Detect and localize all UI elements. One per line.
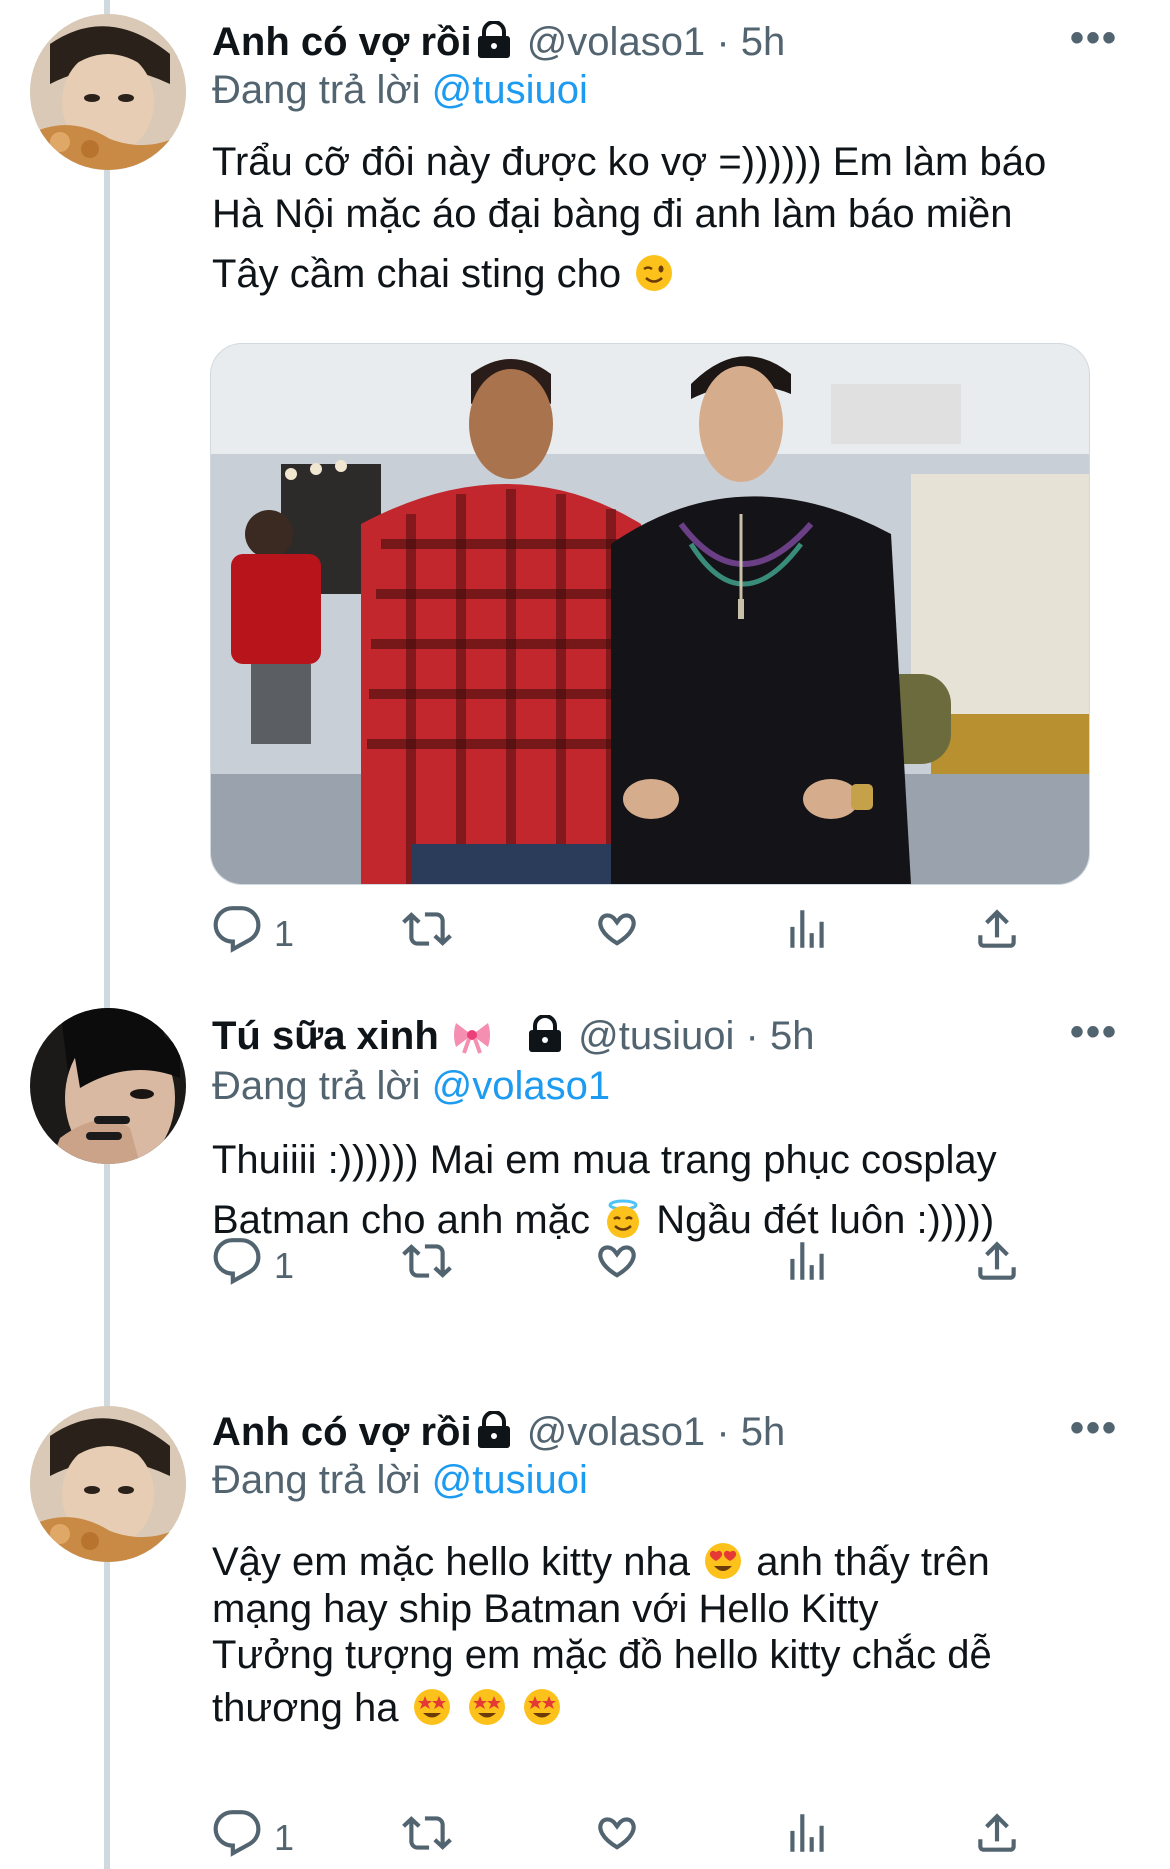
display-name[interactable]: Anh có vợ rồi bbox=[212, 1410, 472, 1454]
display-name[interactable]: Tú sữa xinh bbox=[212, 1014, 439, 1058]
replying-to: Đang trả lời @tusiuoi bbox=[212, 1456, 588, 1504]
tweet-text-segment: anh thấy trên bbox=[756, 1540, 990, 1584]
share-button[interactable] bbox=[972, 904, 1022, 963]
tweet-text-line: Tây cầm chai sting cho bbox=[212, 248, 1132, 300]
share-button[interactable] bbox=[972, 1808, 1022, 1867]
tweet-text: Thuiiii :)))))) Mai em mua trang phục co… bbox=[212, 1130, 1132, 1250]
tweet-text: Vậy em mặc hello kitty nha anh thấy trên… bbox=[212, 1538, 1132, 1738]
tweet-photo[interactable] bbox=[210, 343, 1090, 885]
mention-link[interactable]: @tusiuoi bbox=[432, 1458, 588, 1502]
tweet-text-line: mạng hay ship Batman với Hello Kitty bbox=[212, 1587, 879, 1631]
share-icon bbox=[972, 1236, 1022, 1295]
tweet[interactable]: Tú sữa xinh @tusiuoi · 5h ••• Đang trả l… bbox=[0, 990, 1170, 1360]
user-handle[interactable]: @volaso1 bbox=[527, 20, 705, 64]
tweet[interactable]: Anh có vợ rồi @volaso1 · 5h ••• Đang trả… bbox=[0, 1390, 1170, 1869]
reply-icon bbox=[212, 904, 262, 963]
reply-icon bbox=[212, 1808, 262, 1867]
reply-button[interactable]: 1 bbox=[212, 904, 294, 963]
like-button[interactable] bbox=[592, 1808, 642, 1867]
reply-button[interactable]: 1 bbox=[212, 1808, 294, 1867]
analytics-icon bbox=[782, 1236, 832, 1295]
timestamp[interactable]: 5h bbox=[741, 20, 786, 64]
timestamp[interactable]: 5h bbox=[741, 1410, 786, 1454]
analytics-button[interactable] bbox=[782, 904, 832, 963]
tweet-text-segment: Vậy em mặc hello kitty nha bbox=[212, 1540, 690, 1584]
smiling-face-with-halo-emoji bbox=[603, 1196, 643, 1238]
tweet-header: Tú sữa xinh @tusiuoi · 5h bbox=[212, 1012, 814, 1064]
tweet-text: Trẩu cỡ đôi này được ko vợ =)))))) Em là… bbox=[212, 136, 1132, 300]
tweet-header: Anh có vợ rồi @volaso1 · 5h bbox=[212, 1408, 785, 1460]
tweet-header: Anh có vợ rồi @volaso1 · 5h bbox=[212, 18, 785, 70]
separator: · bbox=[716, 1410, 730, 1454]
retweet-button[interactable] bbox=[402, 904, 452, 963]
tweet-text-line: Hà Nội mặc áo đại bàng đi anh làm báo mi… bbox=[212, 192, 1013, 236]
separator: · bbox=[716, 20, 730, 64]
lock-icon bbox=[476, 20, 512, 70]
reply-count: 1 bbox=[274, 912, 295, 954]
star-struck-emoji bbox=[467, 1684, 507, 1725]
replying-to: Đang trả lời @volaso1 bbox=[212, 1062, 610, 1110]
user-handle[interactable]: @tusiuoi bbox=[578, 1014, 734, 1058]
avatar[interactable] bbox=[30, 1406, 186, 1562]
analytics-icon bbox=[782, 904, 832, 963]
analytics-button[interactable] bbox=[782, 1808, 832, 1867]
reply-count: 1 bbox=[274, 1816, 295, 1858]
like-icon bbox=[592, 1808, 642, 1867]
retweet-button[interactable] bbox=[402, 1236, 452, 1295]
lock-icon bbox=[527, 1014, 563, 1064]
replying-prefix: Đang trả lời bbox=[212, 1458, 421, 1502]
like-button[interactable] bbox=[592, 904, 642, 963]
more-icon[interactable]: ••• bbox=[1070, 1406, 1118, 1451]
separator: · bbox=[745, 1014, 759, 1058]
winking-face-emoji bbox=[634, 253, 674, 293]
like-icon bbox=[592, 1236, 642, 1295]
avatar[interactable] bbox=[30, 14, 186, 170]
heart-eyes-emoji bbox=[703, 1541, 743, 1581]
analytics-icon bbox=[782, 1808, 832, 1867]
retweet-icon bbox=[402, 1236, 452, 1295]
tweet-text-segment: Tây cầm chai sting cho bbox=[212, 252, 622, 296]
star-struck-emoji bbox=[522, 1684, 562, 1725]
mention-link[interactable]: @tusiuoi bbox=[432, 68, 588, 112]
timestamp[interactable]: 5h bbox=[770, 1014, 815, 1058]
retweet-icon bbox=[402, 904, 452, 963]
display-name[interactable]: Anh có vợ rồi bbox=[212, 20, 472, 64]
replying-prefix: Đang trả lời bbox=[212, 68, 421, 112]
star-struck-emoji bbox=[412, 1684, 452, 1725]
user-handle[interactable]: @volaso1 bbox=[527, 1410, 705, 1454]
retweet-button[interactable] bbox=[402, 1808, 452, 1867]
tweet-text-line: Vậy em mặc hello kitty nha anh thấy trên bbox=[212, 1538, 1132, 1586]
replying-to: Đang trả lời @tusiuoi bbox=[212, 66, 588, 114]
tweet-actions: 1 bbox=[212, 1808, 1032, 1868]
share-icon bbox=[972, 904, 1022, 963]
tweet-text-segment: thương ha bbox=[212, 1686, 399, 1730]
tweet-text-line: thương ha bbox=[212, 1678, 1132, 1738]
share-button[interactable] bbox=[972, 1236, 1022, 1295]
tweet[interactable]: Anh có vợ rồi @volaso1 · 5h ••• Đang trả… bbox=[0, 0, 1170, 960]
reply-button[interactable]: 1 bbox=[212, 1236, 294, 1295]
reply-count: 1 bbox=[274, 1244, 295, 1286]
more-icon[interactable]: ••• bbox=[1070, 16, 1118, 61]
more-icon[interactable]: ••• bbox=[1070, 1010, 1118, 1055]
tweet-actions: 1 bbox=[212, 1236, 1032, 1296]
retweet-icon bbox=[402, 1808, 452, 1867]
share-icon bbox=[972, 1808, 1022, 1867]
like-icon bbox=[592, 904, 642, 963]
tweet-text-line: Tưởng tượng em mặc đồ hello kitty chắc d… bbox=[212, 1633, 992, 1677]
replying-prefix: Đang trả lời bbox=[212, 1064, 421, 1108]
mention-link[interactable]: @volaso1 bbox=[432, 1064, 610, 1108]
lock-icon bbox=[476, 1410, 512, 1460]
reply-icon bbox=[212, 1236, 262, 1295]
tweet-actions: 1 bbox=[212, 904, 1032, 964]
tweet-text-line: Trẩu cỡ đôi này được ko vợ =)))))) Em là… bbox=[212, 140, 1047, 184]
ribbon-emoji bbox=[452, 1015, 492, 1055]
tweet-text-line: Thuiiii :)))))) Mai em mua trang phục co… bbox=[212, 1138, 997, 1182]
like-button[interactable] bbox=[592, 1236, 642, 1295]
avatar[interactable] bbox=[30, 1008, 186, 1164]
analytics-button[interactable] bbox=[782, 1236, 832, 1295]
